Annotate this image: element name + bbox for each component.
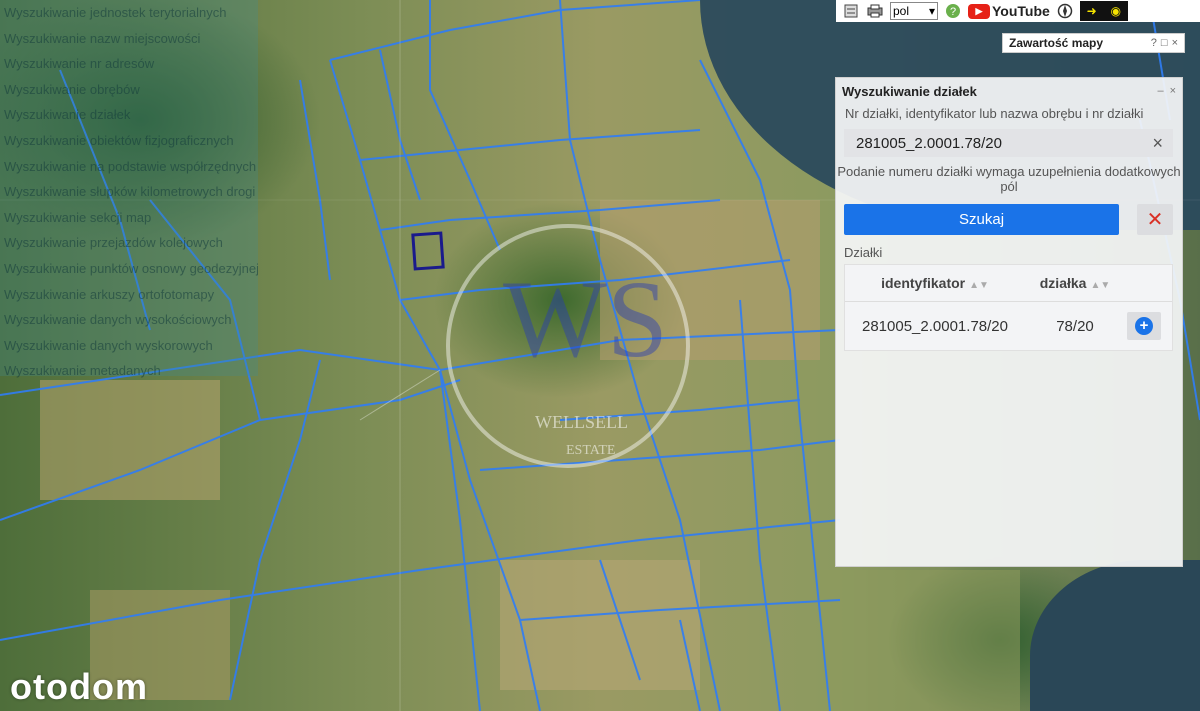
layer-list-overlay: Wyszukiwanie jednostek terytorialnych Wy… (0, 0, 258, 378)
cell-identyfikator: 281005_2.0001.78/20 (862, 317, 1008, 335)
close-button[interactable]: × (1172, 37, 1178, 49)
help-icon[interactable]: ? (944, 3, 962, 19)
column-header-identyfikator[interactable]: identyfikator ▲▼ (845, 275, 1025, 291)
plus-icon: + (1135, 317, 1153, 335)
layer-list-item: Wyszukiwanie jednostek terytorialnych (4, 5, 227, 20)
accessibility-toggle[interactable]: ➜ ◉ (1079, 1, 1128, 21)
selected-parcel-outline (411, 231, 445, 271)
hint-text: Podanie numeru działki wymaga uzupełnien… (837, 164, 1181, 194)
layer-list-item: Wyszukiwanie obrębów (4, 81, 140, 97)
sort-icon: ▲▼ (1090, 280, 1111, 291)
layer-list-item: Wyszukiwanie sekcji map (4, 209, 152, 225)
calculator-icon[interactable] (842, 3, 860, 19)
eye-icon: ◉ (1110, 4, 1121, 18)
results-label: Działki (844, 245, 883, 260)
results-header: identyfikator ▲▼ działka ▲▼ (845, 265, 1172, 302)
cell-dzialka: 78/20 (1056, 317, 1094, 335)
layer-list-item: Wyszukiwanie danych wyskorowych (4, 337, 213, 353)
parcel-field-label: Nr działki, identyfikator lub nazwa obrę… (845, 106, 1144, 121)
layer-list-item: Wyszukiwanie na podstawie współrzędnych (4, 158, 257, 174)
map-content-title: Zawartość mapy (1009, 36, 1104, 50)
reset-button[interactable]: ✕ (1137, 204, 1173, 235)
map-content-header[interactable]: Zawartość mapy ? □ × (1002, 33, 1185, 53)
clear-input-icon[interactable]: × (1152, 133, 1163, 154)
layer-list-item: Wyszukiwanie metadanych (4, 363, 161, 379)
button-row: Szukaj ✕ (844, 204, 1173, 235)
layer-list-item: Wyszukiwanie przejazdów kolejowych (4, 235, 223, 251)
parcel-search-panel: Wyszukiwanie działek – × Nr działki, ide… (835, 77, 1183, 567)
maximize-button[interactable]: □ (1161, 37, 1168, 49)
table-row[interactable]: 281005_2.0001.78/20 78/20 + (845, 302, 1172, 350)
minimize-button[interactable]: – (1157, 85, 1163, 97)
chevron-down-icon: ▾ (928, 4, 935, 18)
search-button[interactable]: Szukaj (844, 204, 1120, 235)
parcel-search-input[interactable]: 281005_2.0001.78/20 × (844, 129, 1173, 157)
top-toolbar: pol ▾ ? ▶ YouTube ➜ ◉ (836, 0, 1200, 22)
youtube-link[interactable]: ▶ YouTube (968, 3, 1050, 19)
panel-header: Wyszukiwanie działek – × (836, 78, 1182, 104)
close-button[interactable]: × (1170, 85, 1176, 97)
printer-icon[interactable] (866, 3, 884, 19)
layer-list-item: Wyszukiwanie nr adresów (4, 56, 155, 72)
language-select[interactable]: pol ▾ (890, 2, 938, 20)
compass-icon[interactable] (1056, 3, 1074, 19)
arrow-right-icon: ➜ (1086, 4, 1097, 18)
layer-list-item: Wyszukiwanie punktów osnowy geodezyjnej (4, 260, 258, 276)
help-button[interactable]: ? (1151, 37, 1157, 49)
layer-list-item: Wyszukiwanie słupków kilometrowych drogi (4, 184, 256, 200)
svg-text:?: ? (950, 6, 956, 18)
layer-list-item: Wyszukiwanie obiektów fizjograficznych (4, 132, 234, 148)
portal-logo: otodom (10, 666, 148, 707)
column-header-dzialka[interactable]: działka ▲▼ (1025, 275, 1125, 291)
parcel-search-value: 281005_2.0001.78/20 (856, 134, 1002, 152)
layer-list-item: Wyszukiwanie nazw miejscowości (4, 30, 201, 46)
layer-list-item: Wyszukiwanie arkuszy ortofotomapy (4, 286, 215, 302)
add-parcel-button[interactable]: + (1127, 312, 1161, 340)
youtube-play-icon: ▶ (968, 3, 990, 19)
layer-list-item: Wyszukiwanie działek (4, 107, 131, 123)
results-table: identyfikator ▲▼ działka ▲▼ 281005_2.0001.… (844, 264, 1173, 351)
sort-icon: ▲▼ (969, 280, 989, 291)
layer-list-item: Wyszukiwanie danych wysokościowych (4, 312, 232, 328)
panel-title: Wyszukiwanie działek (842, 83, 977, 99)
